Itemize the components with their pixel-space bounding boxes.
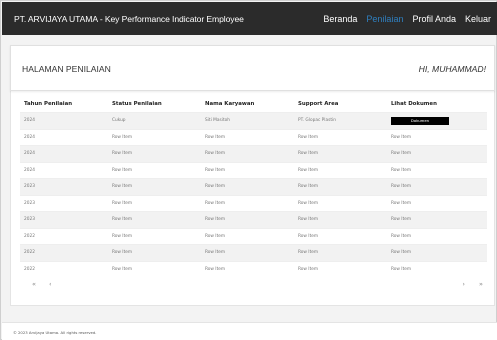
page-title: HALAMAN PENILAIAN — [22, 64, 111, 74]
cell-dokumen: Row Item — [391, 151, 412, 157]
user-greeting: HI, MUHAMMAD! — [418, 64, 486, 74]
cell-nama: Row Item — [205, 184, 226, 190]
pagination: « ‹ › » — [11, 280, 496, 292]
cell-tahun: 2023 — [24, 217, 35, 223]
cell-status: Row Item — [112, 266, 133, 272]
cell-area: Row Item — [298, 167, 319, 173]
first-page-icon[interactable]: « — [32, 280, 36, 288]
cell-tahun: 2022 — [24, 233, 35, 239]
cell-dokumen: Row Item — [391, 200, 412, 206]
cell-area: PT. Glopac Plastin — [298, 118, 336, 124]
assessment-table: Tahun Penilaian Status Penilaian Nama Ka… — [20, 95, 487, 277]
table-row: 2023 Row Item Row Item Row Item Row Item — [20, 194, 487, 212]
cell-status: Row Item — [112, 250, 133, 256]
cell-nama: Row Item — [205, 167, 226, 173]
column-header-nama: Nama Karyawan — [205, 100, 255, 107]
cell-status: Row Item — [112, 200, 133, 206]
cell-tahun: 2022 — [24, 250, 35, 256]
nav-link-profil[interactable]: Profil Anda — [412, 14, 456, 24]
cell-dokumen: Row Item — [391, 134, 412, 140]
table-row: 2023 Row Item Row Item Row Item Row Item — [20, 211, 487, 228]
cell-status: Row Item — [112, 184, 133, 190]
cell-area: Row Item — [298, 233, 319, 239]
cell-area: Row Item — [298, 151, 319, 157]
cell-status: Row Item — [112, 134, 133, 140]
cell-status: Row Item — [112, 151, 133, 157]
cell-nama: Row Item — [205, 217, 226, 223]
cell-tahun: 2023 — [24, 200, 35, 206]
cell-nama: Row Item — [205, 151, 226, 157]
table-row: 2024 Row Item Row Item Row Item Row Item — [20, 128, 487, 146]
cell-dokumen: Dokumen — [391, 116, 487, 125]
assessment-table-card: Tahun Penilaian Status Penilaian Nama Ka… — [10, 84, 495, 306]
cell-status: Row Item — [112, 167, 133, 173]
nav-link-beranda[interactable]: Beranda — [323, 14, 357, 24]
cell-area: Row Item — [298, 134, 319, 140]
column-header-dokumen: Lihat Dokumen — [391, 100, 437, 107]
nav-link-penilaian[interactable]: Penilaian — [366, 14, 403, 24]
cell-nama: Row Item — [205, 200, 226, 206]
cell-area: Row Item — [298, 200, 319, 206]
cell-tahun: 2024 — [24, 118, 35, 124]
table-body: 2024 Cukup Siti Masitoh PT. Glopac Plastin D… — [20, 112, 487, 277]
cell-status: Row Item — [112, 217, 133, 223]
cell-area: Row Item — [298, 184, 319, 190]
footer: © 2023 Arvijaya Utama. All rights reserv… — [2, 322, 497, 340]
page-header-card: HALAMAN PENILAIAN HI, MUHAMMAD! — [10, 45, 495, 91]
top-navbar: PT. ARVIJAYA UTAMA - Key Performance Ind… — [2, 2, 497, 35]
next-page-icon[interactable]: › — [462, 280, 465, 288]
cell-nama: Siti Masitoh — [205, 118, 230, 124]
table-row: 2022 Row Item Row Item Row Item Row Item — [20, 227, 487, 245]
table-row: 2022 Row Item Row Item Row Item Row Item — [20, 244, 487, 261]
cell-dokumen: Row Item — [391, 266, 412, 272]
cell-dokumen: Row Item — [391, 184, 412, 190]
cell-dokumen: Row Item — [391, 250, 412, 256]
table-row: 2024 Row Item Row Item Row Item Row Item — [20, 161, 487, 179]
table-row: 2024 Row Item Row Item Row Item Row Item — [20, 145, 487, 162]
table-row: 2023 Row Item Row Item Row Item Row Item — [20, 178, 487, 195]
nav-menu: Beranda Penilaian Profil Anda Keluar — [314, 14, 491, 24]
dokumen-button[interactable]: Dokumen — [391, 116, 449, 125]
column-header-area: Support Area — [298, 100, 339, 107]
copyright-text: © 2023 Arvijaya Utama. All rights reserv… — [13, 330, 97, 335]
cell-nama: Row Item — [205, 266, 226, 272]
cell-dokumen: Row Item — [391, 167, 412, 173]
table-row: 2022 Row Item Row Item Row Item Row Item — [20, 260, 487, 278]
nav-link-keluar[interactable]: Keluar — [465, 14, 491, 24]
app-window: PT. ARVIJAYA UTAMA - Key Performance Ind… — [0, 0, 497, 340]
last-page-icon[interactable]: » — [479, 280, 483, 288]
cell-area: Row Item — [298, 250, 319, 256]
prev-page-icon[interactable]: ‹ — [49, 280, 52, 288]
table-header: Tahun Penilaian Status Penilaian Nama Ka… — [20, 95, 487, 112]
table-row: 2024 Cukup Siti Masitoh PT. Glopac Plastin D… — [20, 112, 487, 129]
column-header-tahun: Tahun Penilaian — [24, 100, 73, 107]
cell-nama: Row Item — [205, 250, 226, 256]
column-header-status: Status Penilaian — [112, 100, 162, 107]
cell-tahun: 2024 — [24, 167, 35, 173]
cell-area: Row Item — [298, 266, 319, 272]
cell-nama: Row Item — [205, 134, 226, 140]
cell-status: Cukup — [112, 118, 126, 124]
cell-tahun: 2024 — [24, 134, 35, 140]
brand-title: PT. ARVIJAYA UTAMA - Key Performance Ind… — [14, 13, 244, 24]
cell-nama: Row Item — [205, 233, 226, 239]
cell-tahun: 2024 — [24, 151, 35, 157]
cell-tahun: 2023 — [24, 184, 35, 190]
cell-dokumen: Row Item — [391, 233, 412, 239]
cell-tahun: 2022 — [24, 266, 35, 272]
cell-dokumen: Row Item — [391, 217, 412, 223]
cell-area: Row Item — [298, 217, 319, 223]
cell-status: Row Item — [112, 233, 133, 239]
